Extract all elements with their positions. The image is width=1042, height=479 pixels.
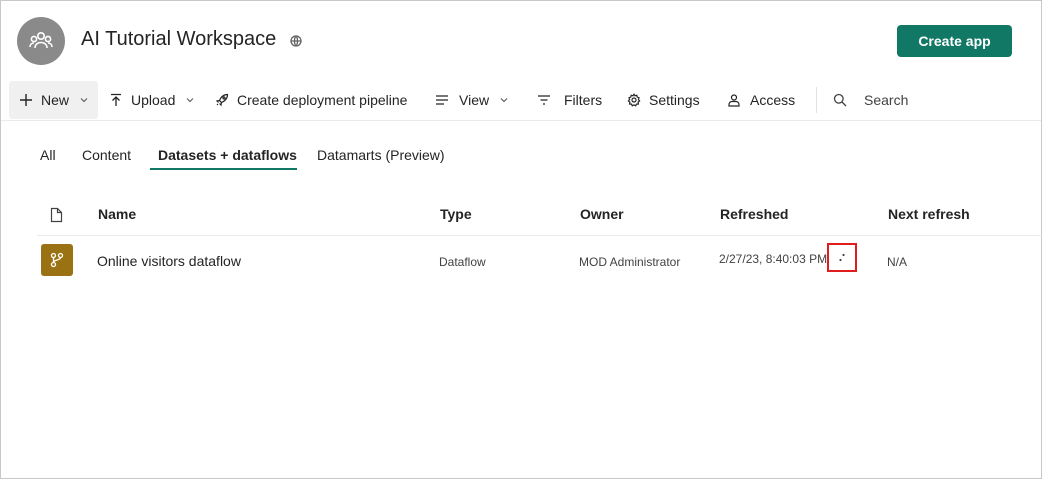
column-header-next-refresh[interactable]: Next refresh <box>888 206 970 222</box>
tab-datasets-dataflows[interactable]: Datasets + dataflows <box>158 147 297 163</box>
more-options-button[interactable] <box>827 243 857 272</box>
toolbar: New Upload Create deployment pipeline Vi… <box>9 81 1029 119</box>
active-tab-indicator <box>150 168 297 170</box>
dataflow-name-link[interactable]: Online visitors dataflow <box>97 253 241 269</box>
workspace-title: AI Tutorial Workspace <box>81 28 277 50</box>
column-header-owner[interactable]: Owner <box>580 206 624 222</box>
tab-datamarts[interactable]: Datamarts (Preview) <box>317 147 445 163</box>
list-view-icon <box>436 95 448 105</box>
access-button[interactable]: Access <box>727 81 795 119</box>
plus-icon <box>20 94 32 106</box>
header-divider <box>37 235 1042 236</box>
workspace-settings-badge-icon[interactable] <box>289 34 303 48</box>
upload-icon <box>111 93 121 106</box>
search-icon <box>833 93 847 107</box>
new-label: New <box>41 92 70 108</box>
rocket-icon <box>215 93 229 107</box>
dataflow-icon <box>41 244 73 276</box>
file-type-icon <box>50 207 63 228</box>
upload-button[interactable]: Upload <box>109 81 195 119</box>
create-deployment-pipeline-label: Create deployment pipeline <box>237 92 408 108</box>
tab-content[interactable]: Content <box>82 147 131 163</box>
more-options-icon <box>839 253 845 261</box>
create-deployment-pipeline-button[interactable]: Create deployment pipeline <box>215 81 407 119</box>
view-label: View <box>459 92 490 108</box>
chevron-down-icon <box>186 98 194 103</box>
new-button[interactable]: New <box>9 81 98 119</box>
tab-all[interactable]: All <box>40 147 56 163</box>
upload-label: Upload <box>131 92 176 108</box>
window-frame <box>0 0 1042 479</box>
dataflow-owner: MOD Administrator <box>579 255 681 269</box>
view-button[interactable]: View <box>435 81 509 119</box>
toolbar-divider-line <box>1 120 1041 121</box>
toolbar-divider <box>816 87 817 113</box>
column-header-type[interactable]: Type <box>440 206 472 222</box>
dataflow-next-refresh: N/A <box>887 255 908 269</box>
access-label: Access <box>750 92 796 108</box>
create-app-button[interactable]: Create app <box>897 25 1012 57</box>
column-header-refreshed[interactable]: Refreshed <box>720 206 788 222</box>
search-input[interactable]: Search <box>833 81 1013 119</box>
person-icon <box>728 94 740 107</box>
settings-button[interactable]: Settings <box>627 81 700 119</box>
filters-label: Filters <box>564 92 603 108</box>
search-placeholder: Search <box>864 92 909 108</box>
settings-label: Settings <box>649 92 700 108</box>
chevron-down-icon <box>80 98 88 103</box>
workspace-avatar-icon <box>17 17 65 65</box>
dataflow-refreshed: 2/27/23, 8:40:03 PM <box>719 252 828 266</box>
chevron-down-icon <box>500 98 508 103</box>
filters-button[interactable]: Filters <box>537 81 602 119</box>
gear-icon <box>627 93 641 107</box>
dataflow-type: Dataflow <box>439 255 486 269</box>
column-header-name[interactable]: Name <box>98 206 136 222</box>
filter-icon <box>538 95 550 105</box>
